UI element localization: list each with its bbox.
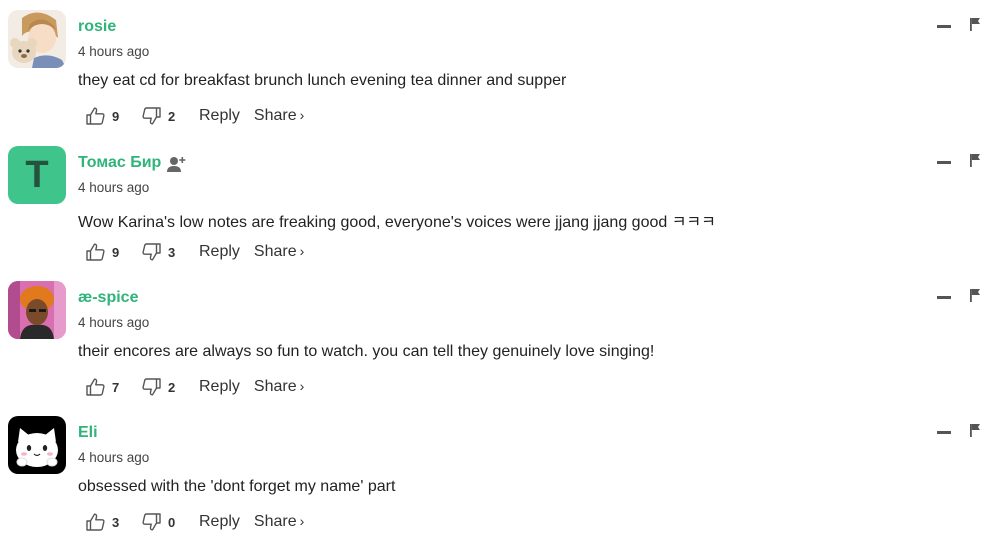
flag-icon[interactable] <box>969 423 981 437</box>
flag-icon[interactable] <box>969 153 981 167</box>
share-button[interactable]: Share › <box>254 243 304 261</box>
like-count: 9 <box>112 108 120 124</box>
avatar[interactable] <box>8 416 66 474</box>
timestamp: 4 hours ago <box>78 180 150 195</box>
like-button[interactable]: 9 <box>86 243 142 261</box>
avatar[interactable]: T <box>8 146 66 204</box>
thumbs-down-icon <box>142 107 161 125</box>
thumbs-up-icon <box>86 107 105 125</box>
comment: T Томас Бир 4 hours ago Wow Karina's low… <box>0 136 997 271</box>
minimize-button[interactable] <box>937 431 951 434</box>
timestamp: 4 hours ago <box>78 450 150 465</box>
comment-actions: 9 2 Reply Share › <box>86 105 304 127</box>
avatar[interactable] <box>8 281 66 339</box>
like-count: 9 <box>112 244 120 260</box>
comment: æ-spice 4 hours ago their encores are al… <box>0 271 997 406</box>
timestamp: 4 hours ago <box>78 315 150 330</box>
avatar[interactable] <box>8 10 66 68</box>
comment-text: Wow Karina's low notes are freaking good… <box>78 214 716 231</box>
share-button[interactable]: Share › <box>254 513 304 531</box>
dislike-button[interactable]: 3 <box>142 243 199 261</box>
like-count: 3 <box>112 514 120 530</box>
comment-actions: 7 2 Reply Share › <box>86 376 304 398</box>
minimize-button[interactable] <box>937 296 951 299</box>
username[interactable]: rosie <box>78 18 116 36</box>
dislike-button[interactable]: 2 <box>142 107 199 125</box>
chevron-right-icon: › <box>299 243 305 259</box>
username[interactable]: æ-spice <box>78 289 138 307</box>
dislike-count: 3 <box>168 244 176 260</box>
comment-actions: 9 3 Reply Share › <box>86 241 304 263</box>
thumbs-up-icon <box>86 513 105 531</box>
share-label: Share <box>253 243 297 260</box>
reply-button[interactable]: Reply <box>199 107 240 125</box>
like-count: 7 <box>112 379 120 395</box>
reply-button[interactable]: Reply <box>199 243 240 261</box>
comment: Eli 4 hours ago obsessed with the 'dont … <box>0 406 997 541</box>
dislike-count: 2 <box>168 379 176 395</box>
add-friend-icon[interactable] <box>167 155 187 173</box>
like-button[interactable]: 9 <box>86 107 142 125</box>
reply-button[interactable]: Reply <box>199 513 240 531</box>
thumbs-up-icon <box>86 378 105 396</box>
like-button[interactable]: 7 <box>86 378 142 396</box>
share-label: Share <box>253 513 297 530</box>
share-label: Share <box>253 378 297 395</box>
dislike-count: 0 <box>168 514 176 530</box>
comment-text: obsessed with the 'dont forget my name' … <box>78 478 396 495</box>
chevron-right-icon: › <box>299 513 305 529</box>
thumbs-down-icon <box>142 378 161 396</box>
thumbs-up-icon <box>86 243 105 261</box>
reply-button[interactable]: Reply <box>199 378 240 396</box>
timestamp: 4 hours ago <box>78 44 150 59</box>
username[interactable]: Томас Бир <box>78 154 161 172</box>
comment: rosie 4 hours ago they eat cd for breakf… <box>0 0 997 135</box>
chevron-right-icon: › <box>299 378 305 394</box>
share-button[interactable]: Share › <box>254 378 304 396</box>
chevron-right-icon: › <box>299 107 305 123</box>
minimize-button[interactable] <box>937 161 951 164</box>
dislike-button[interactable]: 0 <box>142 513 199 531</box>
share-button[interactable]: Share › <box>254 107 304 125</box>
flag-icon[interactable] <box>969 288 981 302</box>
comment-text: their encores are always so fun to watch… <box>78 343 655 360</box>
minimize-button[interactable] <box>937 25 951 28</box>
comment-actions: 3 0 Reply Share › <box>86 511 304 533</box>
share-label: Share <box>253 107 297 124</box>
flag-icon[interactable] <box>969 17 981 31</box>
dislike-count: 2 <box>168 108 176 124</box>
dislike-button[interactable]: 2 <box>142 378 199 396</box>
comment-text: they eat cd for breakfast brunch lunch e… <box>78 72 567 89</box>
username[interactable]: Eli <box>78 424 98 442</box>
thumbs-down-icon <box>142 243 161 261</box>
like-button[interactable]: 3 <box>86 513 142 531</box>
thumbs-down-icon <box>142 513 161 531</box>
